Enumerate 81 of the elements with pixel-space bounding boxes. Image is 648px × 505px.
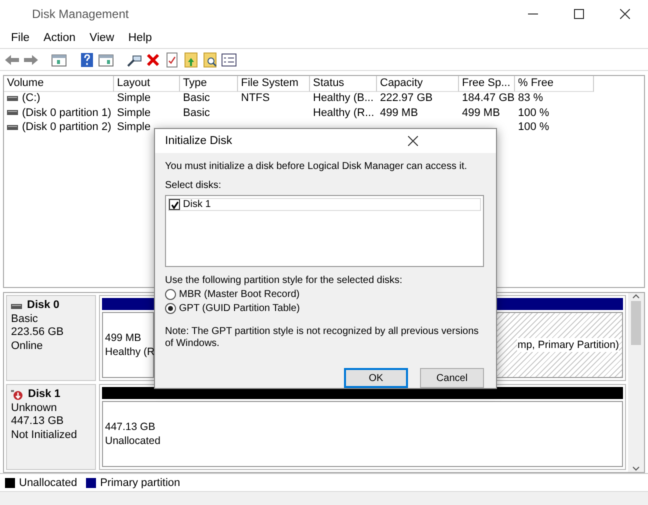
radio-option[interactable]: MBR (Master Boot Record)	[165, 289, 484, 300]
table-cell: Basic	[183, 92, 210, 104]
table-cell: Healthy (R...	[313, 106, 374, 119]
dialog-title: Initialize Disk	[165, 135, 234, 147]
folder-search-icon[interactable]	[202, 52, 218, 68]
checkbox[interactable]	[169, 199, 180, 210]
table-cell: 499 MB	[380, 106, 418, 119]
pane-icon[interactable]	[98, 52, 114, 68]
table-cell: 83 %	[518, 92, 544, 104]
radio-option[interactable]: GPT (GUID Partition Table)	[165, 303, 484, 314]
table-cell: Simple	[117, 121, 151, 134]
column-header[interactable]: Free Sp...	[459, 76, 515, 92]
partition-stripe	[102, 298, 154, 310]
disk-label-panel[interactable]: Disk 1 Unknown 447.13 GB Not Initialized	[6, 384, 96, 470]
disk-info: Online	[11, 340, 44, 354]
table-cell: Basic	[183, 106, 210, 119]
disk-info: 447.13 GB	[11, 415, 65, 429]
disk-info: 223.56 GB	[11, 326, 65, 340]
partition-style-label: Use the following partition style for the selected disks:	[165, 275, 404, 286]
disk-list-item[interactable]: Disk 1	[168, 198, 481, 211]
partition-info: Unallocated	[105, 434, 162, 448]
column-header[interactable]: Type	[180, 76, 238, 92]
table-cell: 100 %	[518, 121, 550, 134]
menu-item[interactable]: Action	[36, 32, 82, 44]
note-text: Note: The GPT partition style is not recognized by all previous versions of Windows.	[165, 326, 480, 350]
table-cell: Healthy (B...	[313, 92, 374, 104]
menu-item[interactable]: Help	[121, 32, 159, 44]
column-header[interactable]: % Free	[515, 76, 594, 92]
disk-info: Basic	[11, 312, 39, 326]
scroll-thumb[interactable]	[631, 301, 641, 346]
scroll-down-icon[interactable]	[632, 466, 640, 472]
table-cell: (Disk 0 partition 2)	[22, 121, 112, 134]
partition-info: Healthy (R	[105, 345, 153, 360]
drive-icon	[7, 96, 18, 101]
drive-icon	[7, 110, 18, 116]
menu-item[interactable]: View	[82, 32, 122, 44]
delete-icon[interactable]	[145, 52, 161, 68]
drive-icon	[11, 304, 22, 309]
close-icon[interactable]	[408, 136, 418, 146]
table-cell: 222.97 GB	[380, 92, 433, 104]
table-cell: (Disk 0 partition 1)	[22, 106, 112, 119]
disk-label-panel[interactable]: Disk 0 Basic 223.56 GB Online	[6, 295, 96, 382]
legend-label: Unallocated	[19, 476, 78, 489]
table-cell: Simple	[117, 92, 151, 104]
folder-up-icon[interactable]	[183, 52, 199, 68]
partition[interactable]: 447.13 GB Unallocated	[99, 384, 626, 470]
table-cell: Simple	[117, 106, 151, 119]
partition-info: mp, Primary Partition)	[517, 338, 619, 352]
dialog-message: You must initialize a disk before Logical Disk Manager can access it.	[165, 161, 468, 172]
legend-label: Primary partition	[100, 476, 180, 489]
cancel-button[interactable]: Cancel	[420, 368, 484, 388]
scrollbar[interactable]	[628, 293, 644, 472]
properties-icon[interactable]	[164, 52, 180, 68]
ok-button[interactable]: OK	[344, 368, 408, 388]
column-header[interactable]: Volume	[4, 76, 114, 92]
column-header[interactable]: Layout	[114, 76, 180, 92]
close-icon[interactable]	[620, 9, 630, 19]
partition[interactable]: 499 MB Healthy (R	[99, 295, 157, 382]
table-cell: 100 %	[518, 106, 550, 119]
table-cell: 499 MB	[462, 106, 500, 119]
list-icon[interactable]	[221, 52, 237, 68]
table-cell: (C:)	[22, 92, 40, 104]
drive-icon	[7, 124, 18, 130]
partition-info: 447.13 GB	[105, 420, 156, 434]
disk-name: Disk 0	[27, 299, 60, 313]
select-disks-label: Select disks:	[165, 180, 222, 191]
column-header[interactable]: Capacity	[377, 76, 459, 92]
partition-info: 499 MB	[105, 331, 142, 346]
menu-item[interactable]: File	[4, 32, 37, 44]
window-title: Disk Management	[32, 7, 130, 21]
pane-icon[interactable]	[51, 52, 67, 68]
column-header[interactable]: File System	[238, 76, 310, 92]
disk-name: Disk 1	[28, 388, 60, 402]
table-cell: NTFS	[241, 92, 270, 104]
disk-info: Not Initialized	[11, 428, 78, 442]
scroll-up-icon[interactable]	[632, 293, 640, 300]
column-header[interactable]: Status	[310, 76, 377, 92]
table-cell: 184.47 GB	[462, 92, 515, 104]
disk-info: Unknown	[11, 402, 58, 416]
help-icon[interactable]	[79, 52, 95, 68]
maximize-icon[interactable]	[574, 9, 584, 19]
